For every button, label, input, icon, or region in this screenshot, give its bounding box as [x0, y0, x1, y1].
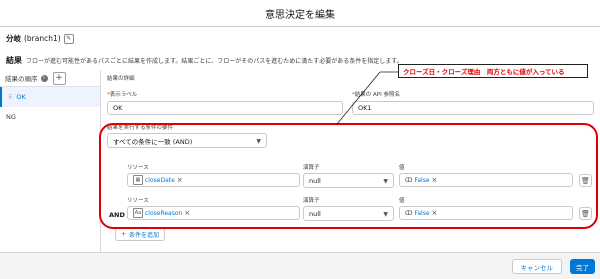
outcome-order-header: 結果の順序 i + — [0, 70, 100, 87]
remove-icon[interactable]: × — [177, 176, 183, 184]
info-icon[interactable]: i — [40, 74, 48, 82]
value-pill: ↀ False × — [405, 209, 438, 217]
conditions-requirement-select[interactable]: すべての条件に一致 (AND) ▼ — [107, 133, 267, 148]
branch-title: 分岐 (branch1) ✎ — [6, 33, 74, 44]
branch-api-name: (branch1) — [24, 34, 61, 43]
modal-body: 分岐 (branch1) ✎ 結果 フローが進む可能性があるパスごとに結果を作成… — [0, 27, 600, 252]
chevron-down-icon: ▼ — [383, 178, 388, 185]
outcome-order-sidebar: 結果の順序 i + ⠿ OK NG — [0, 70, 101, 252]
operator-select[interactable]: null ▼ — [303, 206, 394, 221]
drag-handle-icon[interactable]: ⠿ — [8, 94, 12, 101]
add-condition-button[interactable]: + 条件を追加 — [115, 228, 166, 241]
trash-icon: 🗑 — [581, 176, 590, 185]
edit-decision-modal: 意思決定を編集 分岐 (branch1) ✎ 結果 フローが進む可能性があるパス… — [0, 0, 600, 279]
outcomes-heading: 結果 — [6, 56, 22, 65]
sidebar-item-ok[interactable]: ⠿ OK — [0, 87, 100, 107]
sidebar-item-label: NG — [6, 113, 16, 121]
remove-icon[interactable]: × — [432, 209, 438, 217]
api-name-input[interactable]: OK1 — [352, 101, 594, 115]
sidebar-item-label: OK — [16, 93, 26, 101]
outcomes-header: 結果 フローが進む可能性があるパスごとに結果を作成します。結果ごとに、フローがそ… — [6, 55, 403, 66]
edit-pencil-icon[interactable]: ✎ — [63, 33, 74, 44]
value-input[interactable]: ↀ False × — [399, 206, 573, 220]
logic-operator-label: AND — [109, 211, 125, 219]
conditions-select-value: すべての条件に一致 (AND) — [113, 137, 193, 146]
outcome-detail-panel: 結果の詳細 *表示ラベル OK *結果の API 参照名 OK1 結果を実行する… — [107, 70, 594, 252]
annotation-callout: クローズ日・クローズ理由 両方ともに値が入っている — [398, 64, 588, 78]
done-button[interactable]: 完了 — [570, 259, 595, 274]
remove-icon[interactable]: × — [184, 209, 190, 217]
operator-label: 演算子 — [303, 165, 320, 171]
delete-condition-button[interactable]: 🗑 — [579, 174, 592, 187]
add-outcome-button[interactable]: + — [52, 71, 66, 85]
remove-icon[interactable]: × — [432, 176, 438, 184]
outcomes-description: フローが進む可能性があるパスごとに結果を作成します。結果ごとに、フローがそのパス… — [26, 58, 403, 65]
cancel-button[interactable]: キャンセル — [511, 259, 562, 274]
operator-select[interactable]: null ▼ — [303, 173, 394, 188]
operator-label: 演算子 — [303, 198, 320, 204]
trash-icon: 🗑 — [581, 209, 590, 218]
value-label: 値 — [399, 165, 405, 171]
display-label-label: *表示ラベル — [107, 92, 138, 98]
resource-label: リソース — [127, 165, 149, 171]
value-pill: ↀ False × — [405, 176, 438, 184]
modal-title: 意思決定を編集 — [265, 9, 335, 21]
resource-input[interactable]: Aa closeReason × — [127, 206, 300, 220]
calendar-icon: ▦ — [133, 175, 143, 185]
value-input[interactable]: ↀ False × — [399, 173, 573, 187]
plus-icon: + — [121, 231, 127, 238]
conditions-requirement-label: 結果を実行する条件の要件 — [107, 125, 174, 131]
outcome-order-label: 結果の順序 — [5, 75, 38, 83]
resource-pill: closeReason × — [145, 209, 191, 217]
section-title: 結果の詳細 — [107, 76, 135, 82]
branch-label: 分岐 — [6, 34, 21, 43]
modal-footer: キャンセル 完了 — [0, 252, 600, 279]
chevron-down-icon: ▼ — [383, 211, 388, 218]
text-field-icon: Aa — [133, 208, 143, 218]
display-label-input[interactable]: OK — [107, 101, 343, 115]
modal-header: 意思決定を編集 — [0, 0, 600, 27]
chevron-down-icon: ▼ — [256, 138, 261, 145]
resource-label: リソース — [127, 198, 149, 204]
api-name-label: *結果の API 参照名 — [352, 92, 400, 98]
delete-condition-button[interactable]: 🗑 — [579, 207, 592, 220]
boolean-icon: ↀ — [405, 209, 413, 217]
sidebar-item-ng[interactable]: NG — [0, 107, 100, 127]
boolean-icon: ↀ — [405, 176, 413, 184]
value-label: 値 — [399, 198, 405, 204]
resource-input[interactable]: ▦ closeDate × — [127, 173, 300, 187]
resource-pill: closeDate × — [145, 176, 183, 184]
